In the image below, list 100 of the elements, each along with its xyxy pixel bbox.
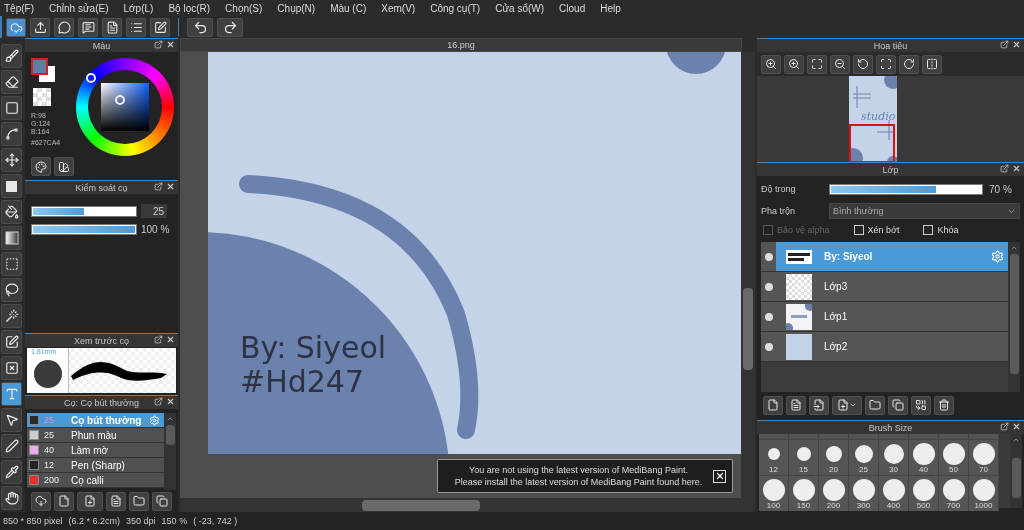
brush-size-cell[interactable]: 30 xyxy=(879,439,909,475)
undo-button[interactable] xyxy=(187,17,213,37)
layer-row[interactable]: Lớp1 xyxy=(761,302,1008,332)
delete-button[interactable] xyxy=(934,395,954,415)
menu-item[interactable]: Cửa sổ(W) xyxy=(495,2,545,14)
brush-size-cell[interactable]: 15 xyxy=(789,439,819,475)
palette-button[interactable] xyxy=(31,157,51,176)
horizontal-scrollbar[interactable] xyxy=(180,498,755,512)
download-button[interactable] xyxy=(31,491,51,511)
layer-option-checkbox[interactable]: Xén bớt xyxy=(853,225,900,235)
blend-dropdown[interactable]: Bình thường xyxy=(829,203,1020,219)
transparent-swatch[interactable] xyxy=(33,88,51,106)
tool-button[interactable] xyxy=(1,200,22,224)
tool-button[interactable] xyxy=(1,122,22,146)
scroll-thumb[interactable] xyxy=(165,425,175,445)
tool-button[interactable] xyxy=(1,304,22,328)
menu-item[interactable]: Xem(V) xyxy=(381,2,416,14)
edit-button[interactable] xyxy=(150,17,170,37)
tool-button[interactable] xyxy=(1,174,22,198)
tool-button[interactable] xyxy=(1,278,22,302)
update-notification[interactable]: You are not using the latest version of MediBang Paint. Please install the latest version of MediBang Paint found here. xyxy=(437,459,733,493)
menu-item[interactable]: Chụp(N) xyxy=(277,2,316,14)
new-layer-button[interactable] xyxy=(763,395,783,415)
zoom-out-button[interactable] xyxy=(830,54,850,74)
tool-button[interactable] xyxy=(1,96,22,120)
menu-item[interactable]: Lớp(L) xyxy=(123,2,154,14)
rotate-left-button[interactable] xyxy=(853,54,873,74)
brush-size-cell[interactable]: 150 xyxy=(789,475,819,511)
new-layer-button[interactable] xyxy=(786,395,806,415)
menu-item[interactable]: Chọn(S) xyxy=(225,2,263,14)
new-brush-button[interactable] xyxy=(54,491,74,511)
tool-button[interactable] xyxy=(1,460,22,484)
tool-button[interactable] xyxy=(1,148,22,172)
scroll-thumb[interactable] xyxy=(1011,458,1021,498)
layer-option-checkbox[interactable]: Khóa xyxy=(923,225,959,235)
tool-button[interactable] xyxy=(1,44,22,68)
hue-handle[interactable] xyxy=(86,73,96,83)
folder-button[interactable] xyxy=(129,491,149,511)
brush-size-cell[interactable] xyxy=(879,434,909,439)
close-button[interactable] xyxy=(713,469,726,483)
tool-button[interactable] xyxy=(1,70,22,94)
brush-size-cell[interactable] xyxy=(789,434,819,439)
brush-size-cell[interactable] xyxy=(759,434,789,439)
document-button[interactable] xyxy=(102,17,122,37)
menu-item[interactable]: Công cụ(T) xyxy=(430,2,481,14)
cloud-button[interactable] xyxy=(6,17,26,37)
slider-track[interactable] xyxy=(829,183,983,195)
brush-list-item[interactable]: 25 Phun màu xyxy=(27,428,164,443)
brush-list-item[interactable]: 40 Làm mờ xyxy=(27,443,164,458)
document-tab[interactable]: 16.png xyxy=(180,38,742,52)
vertical-scrollbar[interactable] xyxy=(741,52,755,498)
menu-item[interactable]: Tệp(F) xyxy=(4,2,34,14)
visibility-dot[interactable] xyxy=(764,252,773,261)
brush-size-cell[interactable]: 700 xyxy=(939,475,969,511)
brush-size-cell[interactable]: 70 xyxy=(969,439,999,475)
brush-size-cell[interactable]: 50 xyxy=(939,439,969,475)
duplicate-button[interactable] xyxy=(888,395,908,415)
layer-row[interactable]: Lớp3 xyxy=(761,272,1008,302)
menu-item[interactable]: Help xyxy=(600,2,621,14)
brush-size-cell[interactable]: 400 xyxy=(879,475,909,511)
brush-size-cell[interactable] xyxy=(939,434,969,439)
visibility-dot[interactable] xyxy=(764,342,773,351)
tool-button[interactable] xyxy=(1,486,22,510)
scrollbar[interactable] xyxy=(1010,434,1022,508)
swatches-button[interactable] xyxy=(54,157,74,176)
color-handle[interactable] xyxy=(115,95,125,105)
merge-button[interactable] xyxy=(911,395,931,415)
scroll-thumb[interactable] xyxy=(362,499,480,511)
brush-size-cell[interactable]: 500 xyxy=(909,475,939,511)
tool-button[interactable] xyxy=(1,252,22,276)
scroll-thumb[interactable] xyxy=(1009,254,1019,374)
menu-item[interactable]: Chỉnh sửa(E) xyxy=(49,2,109,14)
duplicate-button[interactable] xyxy=(152,491,172,511)
tool-button[interactable] xyxy=(1,382,22,406)
tool-button[interactable] xyxy=(1,226,22,250)
brush-size-cell[interactable]: 12 xyxy=(759,439,789,475)
tool-button[interactable] xyxy=(1,434,22,458)
menu-item[interactable]: Cloud xyxy=(559,2,586,14)
list-button[interactable] xyxy=(126,17,146,37)
scrollbar[interactable] xyxy=(164,413,176,490)
menu-item[interactable]: Bộ lọc(R) xyxy=(168,2,211,14)
redo-button[interactable] xyxy=(217,17,243,37)
flip-button[interactable] xyxy=(922,54,942,74)
tool-button[interactable] xyxy=(1,330,22,354)
visibility-dot[interactable] xyxy=(764,312,773,321)
brush-size-cell[interactable]: 200 xyxy=(819,475,849,511)
brush-list-item[interactable]: 12 Pen (Sharp) xyxy=(27,458,164,473)
add-layer-button[interactable] xyxy=(832,395,862,415)
comment-button[interactable] xyxy=(54,17,74,37)
saturation-square[interactable] xyxy=(101,83,149,131)
zoom-in-button[interactable] xyxy=(784,54,804,74)
color-swatches[interactable] xyxy=(31,58,57,84)
layer-row[interactable]: Lớp2 xyxy=(761,332,1008,362)
reset-button[interactable] xyxy=(876,54,896,74)
brush-size-cell[interactable]: 100 xyxy=(759,475,789,511)
brush-size-cell[interactable]: 300 xyxy=(849,475,879,511)
fit-button[interactable] xyxy=(807,54,827,74)
brush-size-cell[interactable]: 20 xyxy=(819,439,849,475)
folder-button[interactable] xyxy=(865,395,885,415)
scrollbar[interactable] xyxy=(1008,242,1020,392)
